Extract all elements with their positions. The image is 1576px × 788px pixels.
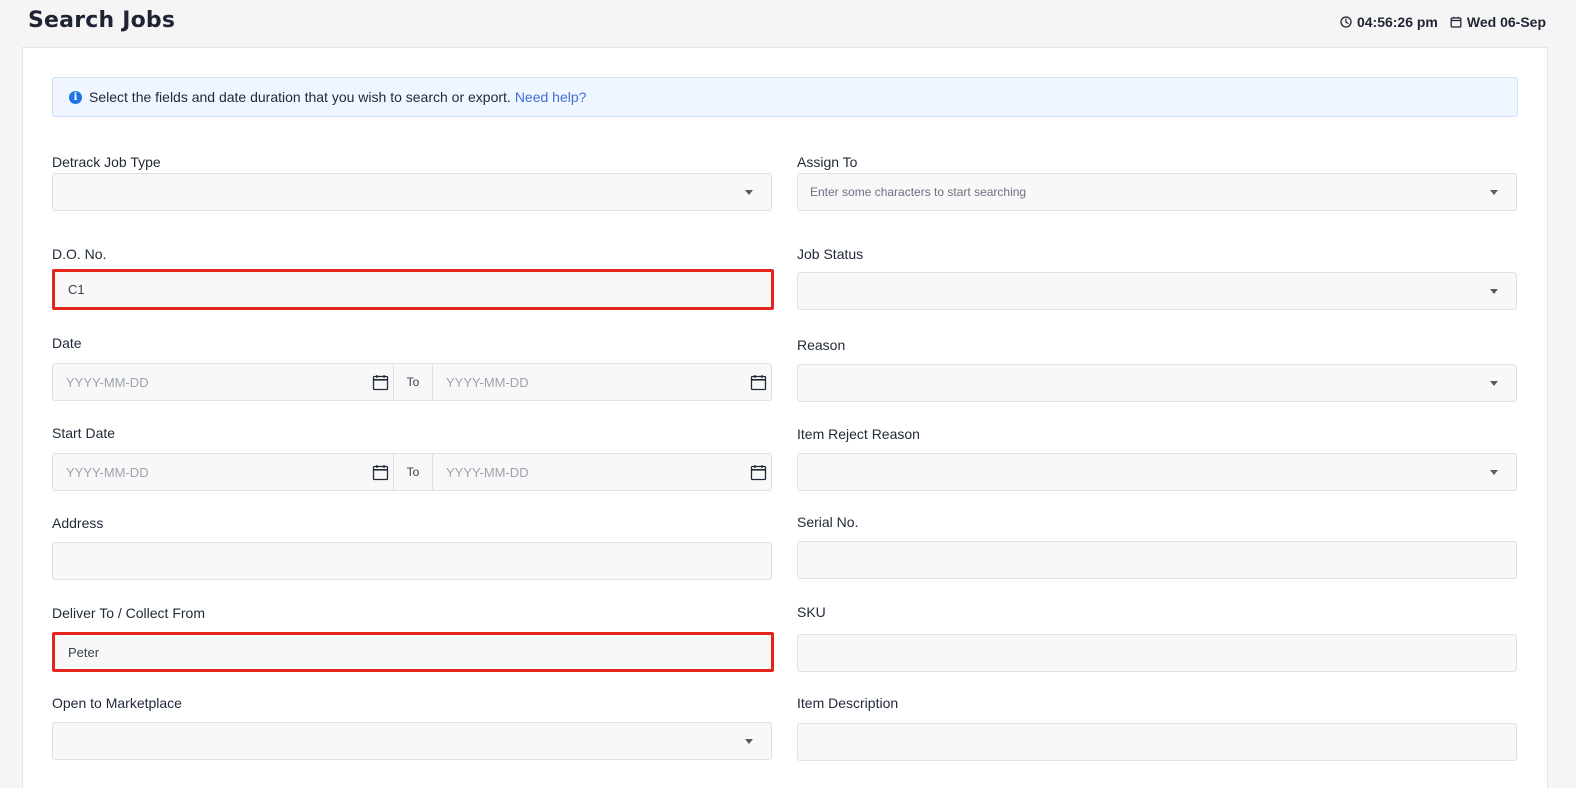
current-date: Wed 06-Sep [1466,14,1546,30]
do-no-label: D.O. No. [52,246,107,262]
job-type-select[interactable] [52,173,772,211]
calendar-icon[interactable] [372,464,389,481]
assign-to-placeholder: Enter some characters to start searching [810,185,1027,199]
calendar-icon[interactable] [372,374,389,391]
start-date-to [433,454,771,490]
date-to-separator: To [393,364,433,400]
item-reject-reason-label: Item Reject Reason [797,426,920,442]
marketplace-field: Open to Marketplace [52,694,772,760]
start-date-range: To [52,453,772,491]
deliver-to-label: Deliver To / Collect From [52,605,206,621]
start-date-from [53,454,393,490]
do-no-input[interactable] [55,272,771,307]
job-type-label: Detrack Job Type [52,154,161,170]
date-to [433,364,771,400]
item-description-input[interactable] [798,724,1516,760]
job-status-field: Job Status [797,245,1517,310]
serial-no-input[interactable] [798,542,1516,578]
start-date-field: Start Date To [52,424,772,491]
page-header: Search Jobs 04:56:26 pm Wed 06-Sep [0,0,1576,46]
date-to-input[interactable] [433,364,771,400]
calendar-icon [1450,16,1463,29]
page-title: Search Jobs [28,8,176,33]
info-banner: i Select the fields and date duration th… [52,77,1518,117]
calendar-icon[interactable] [750,464,767,481]
item-description-label: Item Description [797,695,899,711]
deliver-to-input[interactable] [55,635,771,669]
reason-label: Reason [797,337,846,353]
date-from [53,364,393,400]
item-description-input-wrapper [797,723,1517,761]
need-help-link[interactable]: Need help? [515,89,587,105]
reason-select[interactable] [797,364,1517,402]
current-time: 04:56:26 pm [1356,14,1438,30]
datetime-display: 04:56:26 pm Wed 06-Sep [1340,14,1546,30]
start-date-label: Start Date [52,425,116,441]
deliver-to-input-wrapper [52,632,774,672]
marketplace-label: Open to Marketplace [52,695,182,711]
chevron-down-icon [1490,381,1498,386]
info-message: Select the fields and date duration that… [89,89,511,105]
address-field: Address [52,514,772,580]
serial-no-input-wrapper [797,541,1517,579]
address-input[interactable] [53,543,771,579]
start-date-to-separator: To [393,454,433,490]
date-label: Date [52,335,82,351]
start-date-to-input[interactable] [433,454,771,490]
assign-to-label: Assign To [797,154,858,170]
address-input-wrapper [52,542,772,580]
serial-no-label: Serial No. [797,514,859,530]
sku-input[interactable] [798,635,1516,671]
chevron-down-icon [1490,470,1498,475]
chevron-down-icon [1490,190,1498,195]
marketplace-select[interactable] [52,722,772,760]
reason-field: Reason [797,336,1517,402]
item-description-field: Item Description [797,694,1517,761]
search-form-card: i Select the fields and date duration th… [22,47,1548,788]
item-reject-reason-field: Item Reject Reason [797,425,1517,491]
calendar-icon[interactable] [750,374,767,391]
sku-field: SKU [797,603,1517,672]
deliver-to-field: Deliver To / Collect From [52,604,774,672]
do-no-field: D.O. No. [52,245,774,310]
start-date-from-input[interactable] [53,454,393,490]
serial-no-field: Serial No. [797,513,1517,579]
info-icon: i [69,90,82,104]
assign-to-field: Assign To Enter some characters to start… [797,153,1517,211]
address-label: Address [52,515,104,531]
chevron-down-icon [1490,289,1498,294]
chevron-down-icon [745,190,753,195]
date-field: Date To [52,334,772,401]
date-from-input[interactable] [53,364,393,400]
do-no-input-wrapper [52,269,774,310]
sku-input-wrapper [797,634,1517,672]
job-status-select[interactable] [797,272,1517,310]
sku-label: SKU [797,604,826,620]
job-type-field: Detrack Job Type [52,153,772,211]
clock-icon [1340,16,1353,29]
assign-to-select[interactable]: Enter some characters to start searching [797,173,1517,211]
job-status-label: Job Status [797,246,864,262]
item-reject-reason-select[interactable] [797,453,1517,491]
date-range: To [52,363,772,401]
chevron-down-icon [745,739,753,744]
